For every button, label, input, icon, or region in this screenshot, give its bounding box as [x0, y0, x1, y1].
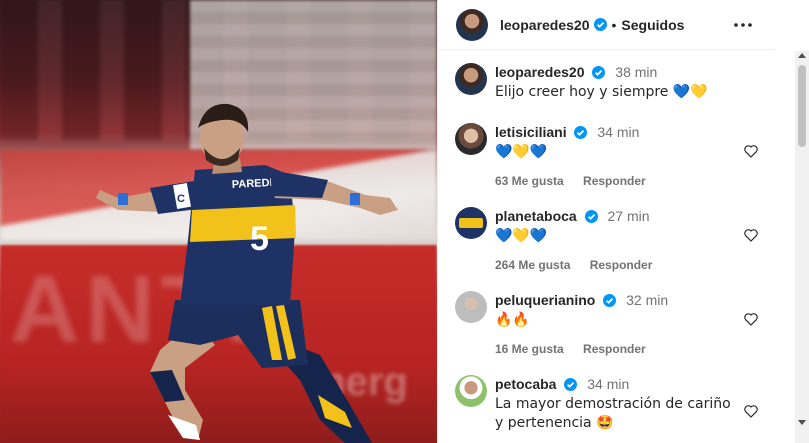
commenter-avatar[interactable] [455, 63, 487, 95]
comment-likes[interactable]: 63 Me gusta [495, 174, 564, 188]
commenter-avatar[interactable] [455, 375, 487, 407]
commenter-username[interactable]: letisiciliani [495, 124, 567, 140]
reply-button[interactable]: Responder [583, 342, 646, 356]
header-separator: • [611, 16, 617, 33]
scroll-down-arrow-icon[interactable] [798, 420, 806, 425]
author-username[interactable]: leoparedes20 [500, 17, 590, 33]
verified-badge-icon [584, 210, 598, 223]
like-heart-icon[interactable] [743, 227, 758, 243]
scroll-up-arrow-icon[interactable] [798, 53, 806, 58]
reply-button[interactable]: Responder [590, 258, 653, 272]
scrollbar-thumb[interactable] [798, 65, 806, 147]
verified-badge-icon [603, 294, 617, 307]
commenter-username[interactable]: planetaboca [495, 208, 577, 224]
comment-time[interactable]: 38 min [615, 64, 657, 80]
verified-badge-icon [593, 18, 607, 31]
comment-likes[interactable]: 16 Me gusta [495, 342, 564, 356]
like-heart-icon[interactable] [743, 143, 758, 159]
comment-time[interactable]: 32 min [626, 292, 668, 308]
commenter-avatar[interactable] [455, 207, 487, 239]
captain-band: C [177, 193, 185, 205]
comment-time[interactable]: 34 min [587, 376, 629, 392]
comments-list[interactable]: leoparedes20 38 min Elijo creer hoy y si… [438, 51, 758, 443]
reply-button[interactable]: Responder [583, 174, 646, 188]
comment-text: La mayor demostración de cariño y perten… [495, 396, 731, 431]
comment-time[interactable]: 34 min [597, 124, 639, 140]
more-options-icon[interactable] [731, 14, 755, 36]
comment-time[interactable]: 27 min [607, 208, 649, 224]
player-figure: 5 PAREDES C [96, 103, 398, 443]
comment-likes[interactable]: 264 Me gusta [495, 258, 570, 272]
comment-text: Elijo creer hoy y siempre 💙💛 [495, 84, 708, 100]
comments-scrollbar[interactable] [795, 51, 809, 443]
commenter-avatar[interactable] [455, 291, 487, 323]
like-heart-icon[interactable] [743, 311, 758, 327]
commenter-username[interactable]: peluquerianino [495, 292, 595, 308]
verified-badge-icon [574, 126, 588, 139]
jersey-number: 5 [250, 220, 269, 258]
commenter-username[interactable]: leoparedes20 [495, 64, 585, 80]
author-avatar[interactable] [456, 8, 488, 41]
verified-badge-icon [592, 66, 606, 79]
post-image[interactable]: ANTI merg 5 PAREDES C [0, 0, 437, 443]
comment-text: 💙💛💙 [495, 144, 548, 160]
comment-text: 🔥🔥 [495, 312, 530, 328]
like-heart-icon[interactable] [743, 403, 758, 419]
post-header: leoparedes20 • Seguidos [438, 0, 775, 50]
comments-panel: leoparedes20 • Seguidos leoparedes20 38 … [437, 0, 809, 443]
following-button[interactable]: Seguidos [621, 17, 684, 33]
commenter-avatar[interactable] [455, 123, 487, 155]
commenter-username[interactable]: petocaba [495, 376, 556, 392]
comment-text: 💙💛💙 [495, 228, 548, 244]
verified-badge-icon [564, 378, 578, 391]
